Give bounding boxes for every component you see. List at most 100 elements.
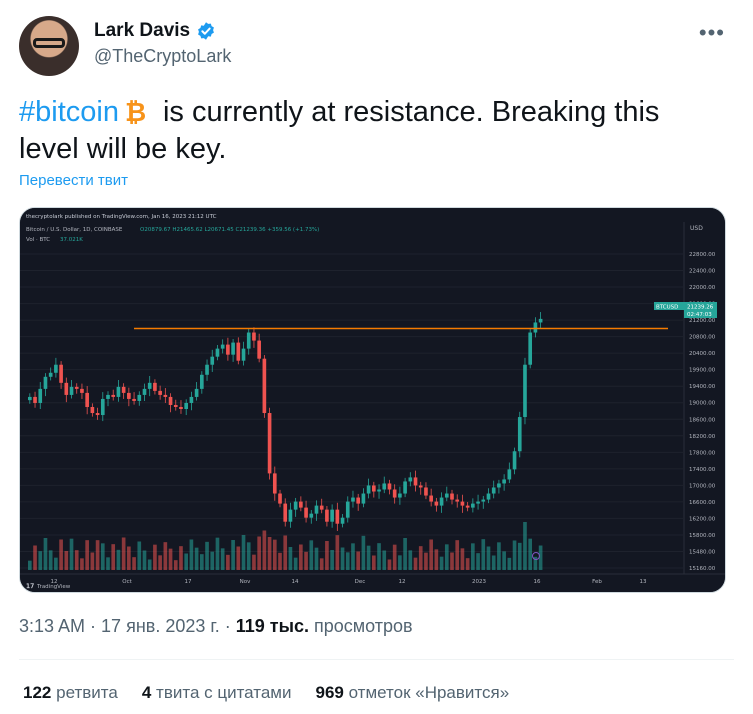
tweet-time[interactable]: 3:13 AM bbox=[19, 616, 85, 636]
volume-bar bbox=[267, 537, 272, 570]
author-name-row[interactable]: Lark Davis bbox=[94, 20, 216, 42]
candle-body bbox=[33, 396, 37, 403]
price-tag-value: 21239.26 bbox=[687, 305, 714, 311]
volume-bar bbox=[200, 554, 204, 570]
volume-bar bbox=[54, 557, 58, 570]
more-options-icon[interactable]: ••• bbox=[699, 20, 725, 46]
volume-bar bbox=[38, 551, 43, 570]
x-tick-label: 14 bbox=[292, 579, 299, 585]
candle-body bbox=[465, 505, 470, 508]
y-tick-label: 15160.00 bbox=[689, 566, 716, 572]
volume-bar bbox=[450, 552, 454, 570]
candle-body bbox=[74, 386, 79, 389]
chart-footer-brand: TradingView bbox=[36, 584, 71, 590]
volume-bar bbox=[106, 557, 110, 570]
candle-body bbox=[262, 358, 267, 414]
candle-body bbox=[210, 356, 215, 365]
translate-tweet-link[interactable]: Перевести твит bbox=[19, 172, 128, 189]
volume-bar bbox=[392, 544, 397, 570]
volume-bar bbox=[210, 551, 215, 570]
volume-bar bbox=[278, 552, 282, 570]
y-tick-label: 22400.00 bbox=[689, 269, 716, 275]
candle-body bbox=[226, 344, 230, 355]
retweets-stat[interactable]: 122 ретвита bbox=[23, 683, 118, 703]
volume-bar bbox=[325, 541, 329, 570]
tweet-text-line2: level will be key. bbox=[19, 133, 227, 165]
volume-bar bbox=[85, 540, 89, 570]
candle-body bbox=[288, 509, 293, 522]
volume-bar bbox=[304, 551, 308, 570]
volume-bar bbox=[455, 540, 460, 570]
volume-bar bbox=[309, 540, 314, 570]
candle-body bbox=[38, 388, 43, 403]
tweet-date[interactable]: 17 янв. 2023 г. bbox=[101, 616, 220, 636]
volume-bar bbox=[523, 522, 527, 570]
candle-body bbox=[533, 322, 538, 333]
candle-body bbox=[127, 392, 131, 399]
candle-body bbox=[173, 404, 178, 407]
candle-body bbox=[116, 386, 121, 397]
volume-bar bbox=[491, 555, 496, 570]
volume-bar bbox=[330, 550, 334, 570]
y-tick-label: 19000.00 bbox=[689, 401, 716, 407]
candle-body bbox=[507, 469, 512, 480]
candle-body bbox=[28, 396, 32, 401]
volume-bar bbox=[121, 537, 126, 570]
candle-body bbox=[90, 406, 95, 414]
candle-body bbox=[257, 340, 261, 359]
y-tick-label: 20800.00 bbox=[689, 335, 716, 341]
candle-body bbox=[361, 493, 366, 504]
volume-bar bbox=[481, 539, 486, 570]
author-handle[interactable]: @TheCryptoLark bbox=[94, 46, 231, 67]
y-tick-label: 22000.00 bbox=[689, 285, 716, 291]
candle-body bbox=[137, 394, 142, 401]
author-name[interactable]: Lark Davis bbox=[94, 20, 190, 42]
volume-bar bbox=[299, 544, 303, 570]
volume-bar bbox=[351, 543, 355, 570]
x-tick-label: 2023 bbox=[472, 579, 486, 585]
likes-stat[interactable]: 969 отметок «Нравится» bbox=[315, 683, 509, 703]
volume-bar bbox=[502, 551, 506, 570]
y-tick-label: 15800.00 bbox=[689, 533, 716, 539]
y-tick-label: 17800.00 bbox=[689, 450, 716, 456]
volume-bar bbox=[272, 539, 277, 570]
quotes-stat[interactable]: 4 твита с цитатами bbox=[142, 683, 292, 703]
candle-body bbox=[304, 507, 308, 518]
x-tick-label: 17 bbox=[185, 579, 192, 585]
volume-bar bbox=[74, 550, 79, 570]
y-tick-label: 17000.00 bbox=[689, 483, 716, 489]
y-tick-label: 19900.00 bbox=[689, 368, 716, 374]
volume-bar bbox=[43, 538, 48, 570]
candle-body bbox=[471, 503, 475, 508]
candle-body bbox=[434, 501, 439, 506]
volume-bar bbox=[413, 557, 418, 570]
volume-bar bbox=[231, 540, 235, 570]
candle-body bbox=[309, 513, 314, 518]
chart-volume-label: Vol · BTC bbox=[26, 237, 50, 243]
y-tick-label: 16600.00 bbox=[689, 500, 716, 506]
candle-body bbox=[205, 364, 209, 375]
volume-bar bbox=[168, 548, 173, 570]
candle-body bbox=[48, 372, 53, 377]
candle-body bbox=[69, 386, 74, 395]
volume-bar bbox=[361, 535, 366, 570]
x-tick-label: 12 bbox=[399, 579, 406, 585]
candle-body bbox=[319, 505, 324, 510]
hashtag-link[interactable]: #bitcoin bbox=[19, 96, 119, 128]
candle-body bbox=[200, 374, 204, 389]
volume-bar bbox=[319, 558, 324, 570]
candle-body bbox=[403, 481, 407, 494]
tweet-image-chart[interactable]: thecryptolark published on TradingView.c… bbox=[19, 207, 726, 593]
quotes-count: 4 bbox=[141, 683, 152, 702]
volume-bar bbox=[356, 551, 361, 570]
candle-body bbox=[252, 332, 256, 341]
author-avatar[interactable] bbox=[19, 16, 79, 76]
volume-bar bbox=[439, 556, 444, 570]
y-tick-label: 16200.00 bbox=[689, 516, 716, 522]
svg-text:₿: ₿ bbox=[125, 98, 146, 124]
y-tick-label: 19400.00 bbox=[689, 384, 716, 390]
y-tick-label: 17400.00 bbox=[689, 467, 716, 473]
volume-bar bbox=[28, 560, 32, 570]
y-tick-label: 15480.00 bbox=[689, 549, 716, 555]
volume-bar bbox=[424, 552, 428, 570]
